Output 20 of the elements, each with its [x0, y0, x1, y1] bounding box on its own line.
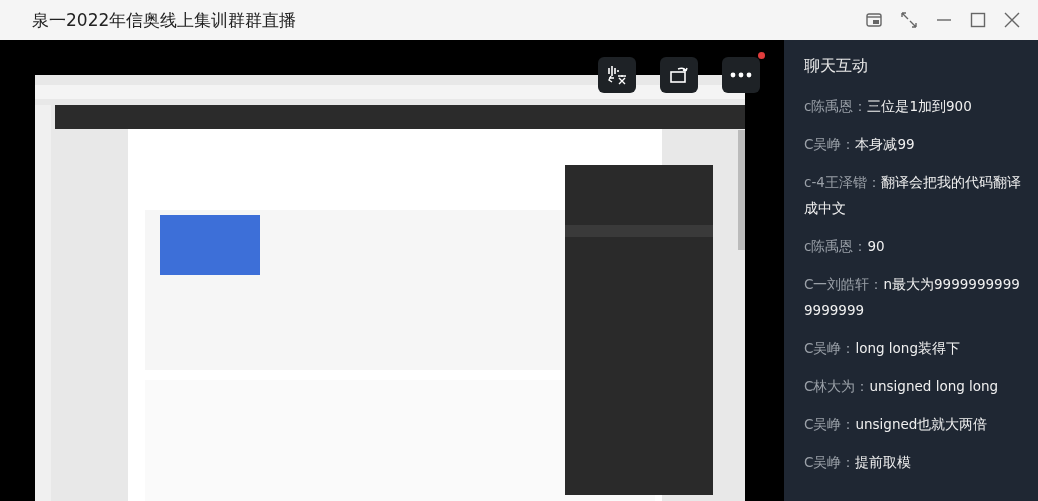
chat-message: c-4王泽锴：翻译会把我的代码翻译成中文	[804, 173, 1022, 218]
chat-message: c陈禹恩：90	[804, 237, 886, 256]
more-icon	[730, 72, 752, 78]
chat-message: c陈禹恩：三位是1加到900	[804, 97, 973, 116]
picture-in-picture-icon[interactable]	[866, 13, 882, 27]
chat-message: C吴峥：unsigned也就大两倍	[804, 415, 989, 434]
chat-message: C吴峥：本身减99	[804, 135, 916, 154]
more-button[interactable]	[722, 57, 760, 93]
translate-icon	[606, 64, 628, 86]
window-title: 泉一2022年信奥线上集训群群直播	[32, 8, 297, 32]
chat-message: C一刘皓轩：n最大为99999999999999999	[804, 275, 1021, 320]
chat-title: 聊天互动	[804, 56, 869, 77]
translate-button[interactable]	[598, 57, 636, 93]
close-icon[interactable]	[1004, 12, 1020, 28]
fullscreen-icon[interactable]	[900, 11, 918, 29]
rotate-button[interactable]	[660, 57, 698, 93]
maximize-icon[interactable]	[970, 12, 986, 28]
chat-message: C吴峥：提前取模	[804, 453, 913, 472]
chat-message: C林大为：unsigned long long	[804, 377, 1000, 396]
chat-message: C吴峥：long long装得下	[804, 339, 961, 358]
